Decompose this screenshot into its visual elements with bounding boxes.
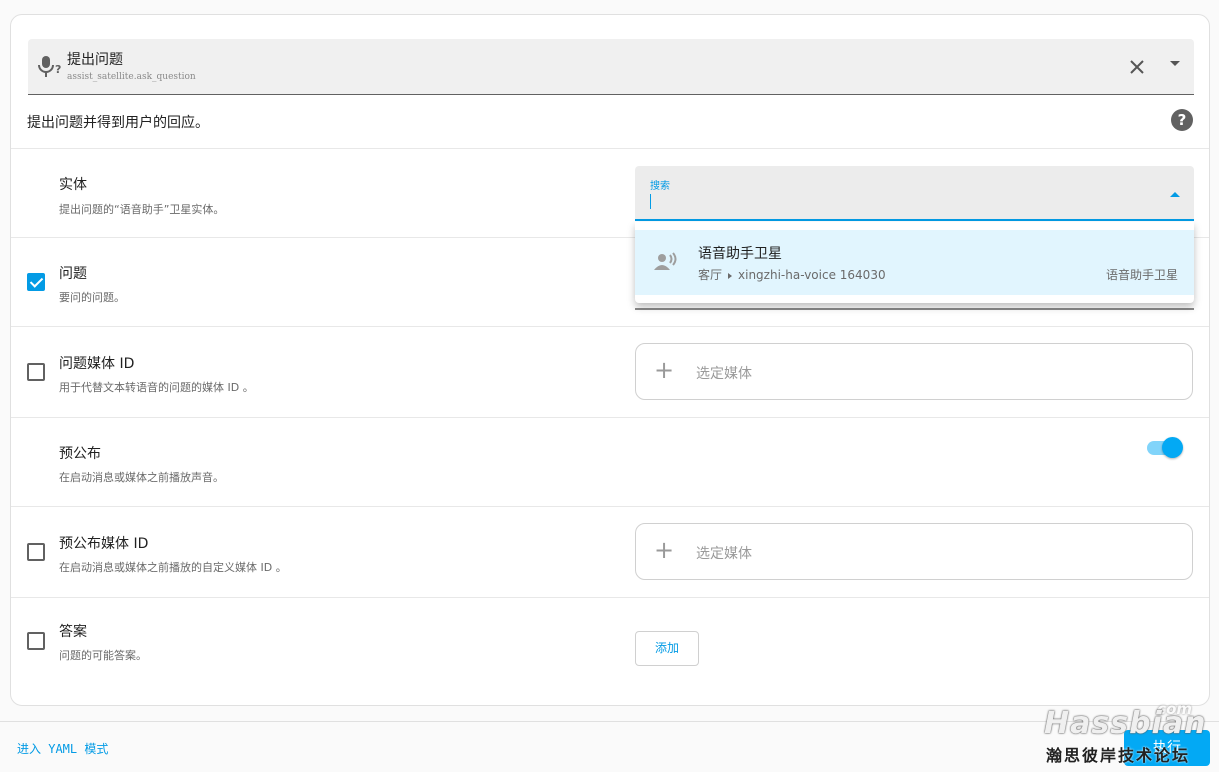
add-answer-button[interactable]: 添加 xyxy=(635,631,699,666)
question-description: 要问的问题。 xyxy=(59,291,125,304)
dropdown-item-area: 客厅 xyxy=(698,268,723,282)
question-media-checkbox[interactable] xyxy=(27,363,45,381)
answers-checkbox[interactable] xyxy=(27,632,45,650)
dropdown-item-domain: 语音助手卫星 xyxy=(1105,268,1178,282)
watermark-cn: 瀚思彼岸技术论坛 xyxy=(1046,746,1191,765)
yaml-mode-link[interactable]: 进入 YAML 模式 xyxy=(17,740,108,757)
voice-satellite-icon xyxy=(654,252,677,270)
question-label: 问题 xyxy=(59,266,87,282)
plus-icon: + xyxy=(654,536,675,564)
dropdown-item-context: 客厅 xingzhi-ha-voice 164030 xyxy=(698,266,886,283)
preannounce-media-description: 在启动消息或媒体之前播放的自定义媒体 ID 。 xyxy=(59,561,287,574)
divider xyxy=(11,326,1209,327)
action-description: 提出问题并得到用户的回应。 xyxy=(27,115,209,131)
text-cursor xyxy=(650,194,651,209)
preannounce-label: 预公布 xyxy=(59,446,101,462)
plus-icon: + xyxy=(654,356,675,384)
action-title: 提出问题 xyxy=(67,52,123,68)
answers-label: 答案 xyxy=(59,624,87,640)
entity-dropdown: 语音助手卫星 客厅 xingzhi-ha-voice 164030 语音助手卫星 xyxy=(635,222,1194,303)
dropdown-item[interactable]: 语音助手卫星 客厅 xingzhi-ha-voice 164030 语音助手卫星 xyxy=(635,230,1194,295)
dropdown-item-title: 语音助手卫星 xyxy=(698,246,782,262)
caret-right-icon xyxy=(728,272,733,279)
action-selector[interactable]: ? 提出问题 assist_satellite.ask_question xyxy=(28,39,1194,95)
preannounce-media-picker[interactable]: + 选定媒体 xyxy=(635,523,1193,580)
preannounce-description: 在启动消息或媒体之前播放声音。 xyxy=(59,471,224,484)
help-icon[interactable]: ? xyxy=(1171,109,1193,131)
footer-divider xyxy=(0,721,1219,722)
divider xyxy=(11,597,1209,598)
preannounce-media-label: 预公布媒体 ID xyxy=(59,536,149,552)
question-input-underline[interactable] xyxy=(635,308,1194,310)
chevron-down-icon[interactable] xyxy=(1170,61,1180,66)
microphone-question-icon: ? xyxy=(38,56,61,77)
chevron-up-icon[interactable] xyxy=(1170,192,1180,197)
search-label: 搜索 xyxy=(650,181,670,192)
answers-description: 问题的可能答案。 xyxy=(59,649,147,662)
action-id: assist_satellite.ask_question xyxy=(67,72,196,82)
question-media-picker[interactable]: + 选定媒体 xyxy=(635,343,1193,400)
entity-search-input[interactable]: 搜索 xyxy=(635,166,1194,221)
watermark: com Hassbian 瀚思彼岸技术论坛 xyxy=(1044,700,1214,770)
divider xyxy=(11,417,1209,418)
entity-description: 提出问题的“语音助手”卫星实体。 xyxy=(59,203,225,216)
divider xyxy=(11,506,1209,507)
watermark-brand: Hassbian xyxy=(1044,706,1207,741)
preannounce-media-checkbox[interactable] xyxy=(27,543,45,561)
dropdown-item-device: xingzhi-ha-voice 164030 xyxy=(738,268,886,282)
entity-label: 实体 xyxy=(59,177,87,193)
question-media-label: 问题媒体 ID xyxy=(59,356,135,372)
media-picker-label: 选定媒体 xyxy=(696,366,752,382)
divider xyxy=(11,148,1209,149)
question-media-description: 用于代替文本转语音的问题的媒体 ID 。 xyxy=(59,381,254,394)
media-picker-label: 选定媒体 xyxy=(696,546,752,562)
close-icon[interactable] xyxy=(1126,56,1148,78)
svg-text:?: ? xyxy=(55,63,61,76)
action-card: ? 提出问题 assist_satellite.ask_question 提出问… xyxy=(10,14,1210,706)
question-checkbox[interactable] xyxy=(27,273,45,291)
preannounce-toggle[interactable] xyxy=(1162,437,1183,458)
